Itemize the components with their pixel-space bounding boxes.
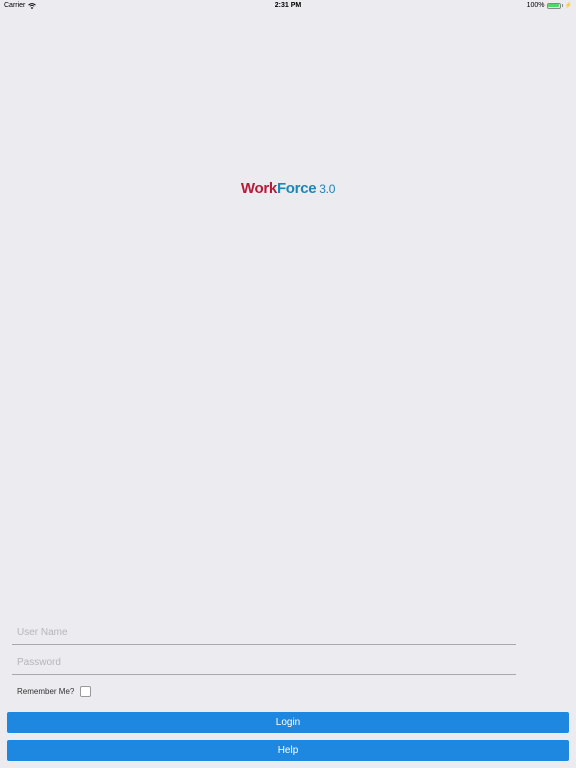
username-input[interactable] [12, 622, 516, 643]
status-time: 2:31 PM [274, 2, 302, 9]
battery-fill [548, 4, 560, 7]
login-button[interactable]: Login [7, 712, 569, 733]
remember-me-label: Remember Me? [17, 687, 75, 696]
logo-version: 3.0 [319, 182, 336, 196]
password-input[interactable] [12, 652, 516, 673]
remember-me-row: Remember Me? [17, 686, 92, 697]
charging-bolt-icon: ⚡ [564, 2, 572, 9]
battery-icon [546, 2, 561, 9]
workforce-logo: WorkForce 3.0 [0, 180, 576, 197]
status-bar: Carrier 2:31 PM 100% ⚡ [0, 0, 576, 12]
help-button[interactable]: Help [7, 740, 569, 761]
battery-percent: 100% [526, 2, 545, 9]
remember-me-checkbox[interactable] [80, 686, 92, 697]
status-right: 100% ⚡ [527, 2, 572, 9]
battery-cap [561, 4, 563, 7]
logo-work: Work [240, 180, 277, 197]
username-field-container [12, 622, 516, 645]
logo-force: Force [276, 180, 317, 197]
password-field-container [12, 652, 516, 675]
